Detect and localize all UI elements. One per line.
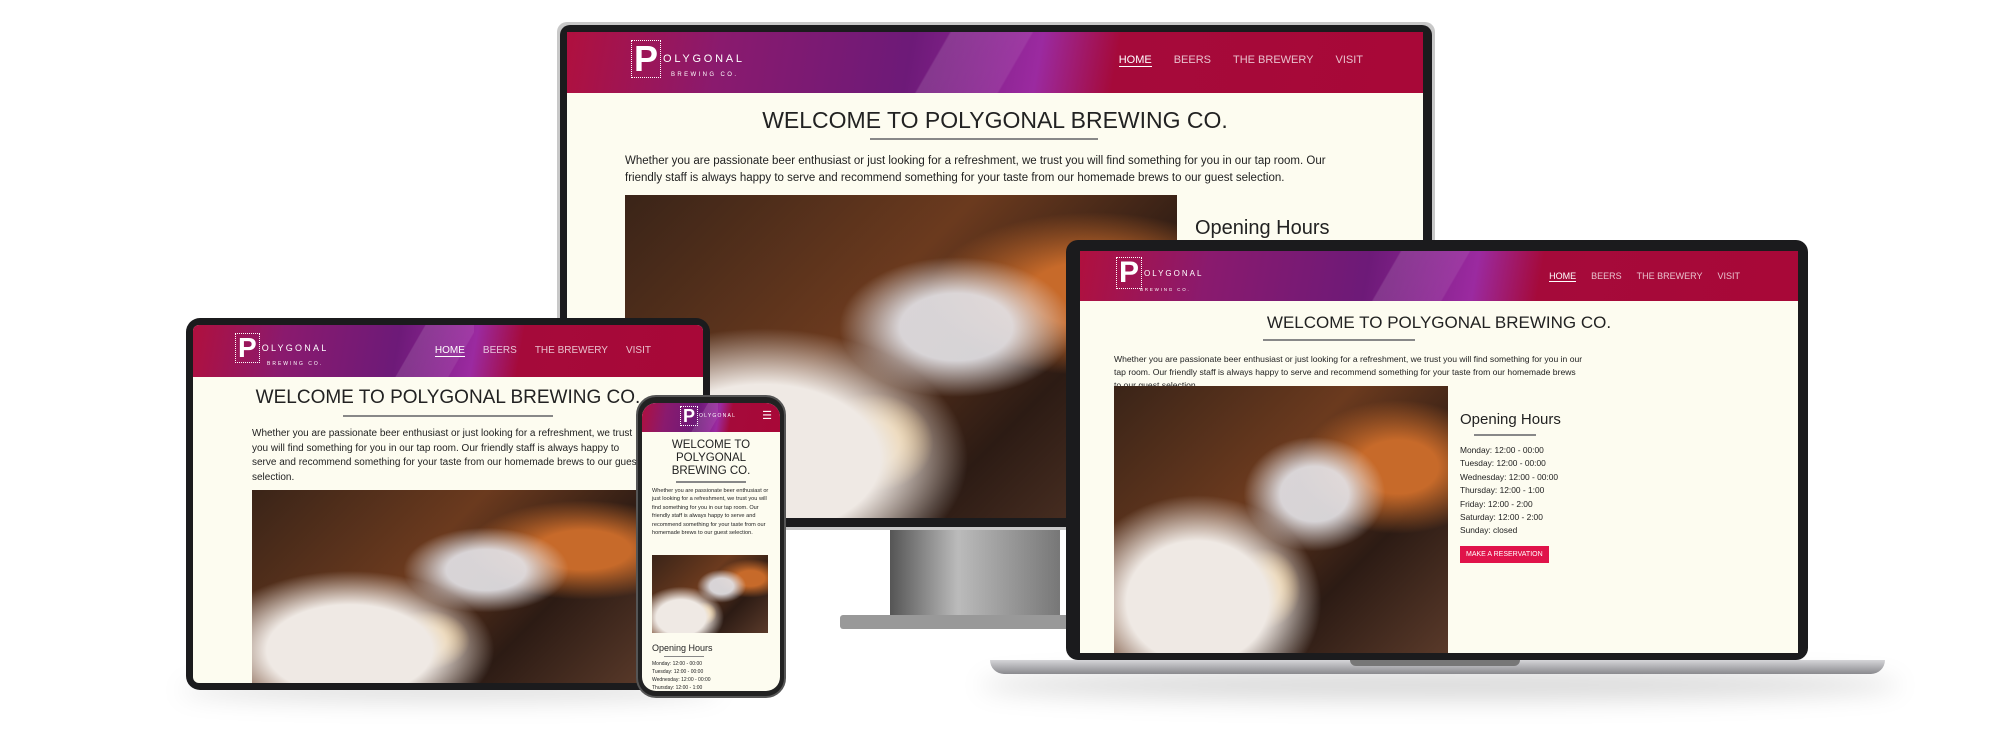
- site-logo[interactable]: P OLYGONAL BREWING CO.: [1116, 257, 1204, 292]
- hours-item: Saturday: 12:00 - 2:00: [1460, 512, 1543, 523]
- hours-item: Wednesday: 12:00 - 00:00: [652, 677, 711, 683]
- intro-text: Whether you are passionate beer enthusia…: [252, 428, 640, 483]
- logo-sub: BREWING CO.: [671, 72, 739, 78]
- site-logo[interactable]: P OLYGONAL BREWING CO.: [631, 40, 745, 78]
- page-title: WELCOME TO POLYGONAL BREWING CO.: [255, 387, 641, 408]
- nav-home[interactable]: HOME: [1118, 54, 1152, 67]
- nav-beers[interactable]: BEERS: [483, 345, 517, 357]
- nav-visit[interactable]: VISIT: [1335, 54, 1363, 67]
- title-rule: [343, 415, 553, 417]
- hours-item: Monday: 12:00 - 00:00: [652, 661, 703, 667]
- logo-letter: P: [631, 40, 662, 78]
- make-reservation-button[interactable]: MAKE A RESERVATION: [1460, 545, 1549, 563]
- page-title: WELCOME TO POLYGONAL BREWING CO.: [642, 439, 780, 478]
- page-title: WELCOME TO POLYGONAL BREWING CO.: [1266, 313, 1612, 332]
- logo-letter: P: [1116, 257, 1143, 289]
- hours-rule: [664, 656, 704, 657]
- site-header: P OLYGONAL BREWING CO. HOME BEERS THE BR…: [193, 325, 703, 377]
- logo-sub: BREWING CO.: [267, 361, 324, 367]
- nav-visit[interactable]: VISIT: [1717, 271, 1740, 282]
- site-logo[interactable]: P OLYGONAL: [680, 406, 736, 426]
- intro-text: Whether you are passionate beer enthusia…: [625, 155, 1326, 184]
- site-header: P OLYGONAL BREWING CO. HOME BEERS THE BR…: [567, 32, 1423, 93]
- logo-letter: P: [680, 406, 699, 426]
- opening-hours-title: Opening Hours: [1460, 411, 1561, 428]
- hours-item: Wednesday: 12:00 - 00:00: [1460, 471, 1559, 482]
- nav-the-brewery[interactable]: THE BREWERY: [535, 345, 608, 357]
- opening-hours-title: Opening Hours: [1195, 217, 1330, 239]
- opening-hours-title: Opening Hours: [652, 643, 713, 653]
- nav-the-brewery[interactable]: THE BREWERY: [1233, 54, 1313, 67]
- hours-list: Monday: 12:00 - 00:00 Tuesday: 12:00 - 0…: [652, 660, 713, 691]
- logo-letter: P: [235, 333, 260, 363]
- logo-word: OLYGONAL: [663, 53, 745, 65]
- nav-home[interactable]: HOME: [434, 345, 465, 357]
- nav-the-brewery[interactable]: THE BREWERY: [1637, 271, 1703, 282]
- site-header: P OLYGONAL BREWING CO. HOME BEERS THE BR…: [1080, 251, 1798, 301]
- site-logo[interactable]: P OLYGONAL BREWING CO.: [235, 333, 329, 367]
- hours-item: Friday: 12:00 - 2:00: [1460, 498, 1533, 509]
- title-rule: [676, 481, 746, 483]
- tablet-screen: P OLYGONAL BREWING CO. HOME BEERS THE BR…: [193, 325, 703, 683]
- bar-tap-photo: [252, 490, 642, 683]
- bar-tap-photo: [652, 555, 768, 633]
- hours-item: Tuesday: 12:00 - 00:00: [1460, 458, 1546, 469]
- title-line: POLYGONAL: [675, 452, 747, 464]
- hours-rule: [1474, 434, 1536, 436]
- laptop-screen: P OLYGONAL BREWING CO. HOME BEERS THE BR…: [1080, 251, 1798, 653]
- title-rule: [1263, 339, 1415, 341]
- hours-item: Thursday: 12:00 - 1:00: [652, 685, 703, 691]
- hours-item: Tuesday: 12:00 - 00:00: [652, 669, 704, 675]
- intro-text: Whether you are passionate beer enthusia…: [652, 488, 769, 537]
- title-line: BREWING CO.: [671, 465, 751, 477]
- logo-word: OLYGONAL: [1144, 268, 1204, 278]
- nav-beers[interactable]: BEERS: [1174, 54, 1211, 67]
- title-line: WELCOME TO: [671, 439, 751, 451]
- hours-item: Thursday: 12:00 - 1:00: [1460, 485, 1545, 496]
- phone-screen: P OLYGONAL ☰ WELCOME TO POLYGONAL BREWIN…: [642, 403, 780, 691]
- hours-list: Monday: 12:00 - 00:00 Tuesday: 12:00 - 0…: [1460, 444, 1561, 538]
- laptop-notch: [1350, 660, 1520, 666]
- hours-item: Sunday: closed: [1460, 525, 1518, 536]
- hamburger-menu-icon[interactable]: ☰: [762, 409, 772, 422]
- hours-item: Monday: 12:00 - 00:00: [1460, 445, 1544, 455]
- bar-tap-photo: [1114, 386, 1448, 653]
- laptop-shadow: [980, 670, 1900, 700]
- nav-visit[interactable]: VISIT: [626, 345, 651, 357]
- title-rule: [870, 138, 1098, 140]
- logo-word: OLYGONAL: [261, 343, 329, 353]
- site-header: P OLYGONAL ☰: [642, 403, 780, 432]
- logo-sub: BREWING CO.: [1140, 287, 1191, 292]
- nav-beers[interactable]: BEERS: [1591, 271, 1622, 282]
- page-title: WELCOME TO POLYGONAL BREWING CO.: [762, 107, 1228, 133]
- logo-word: OLYGONAL: [699, 413, 737, 419]
- monitor-stand: [890, 520, 1060, 620]
- nav-home[interactable]: HOME: [1549, 271, 1577, 282]
